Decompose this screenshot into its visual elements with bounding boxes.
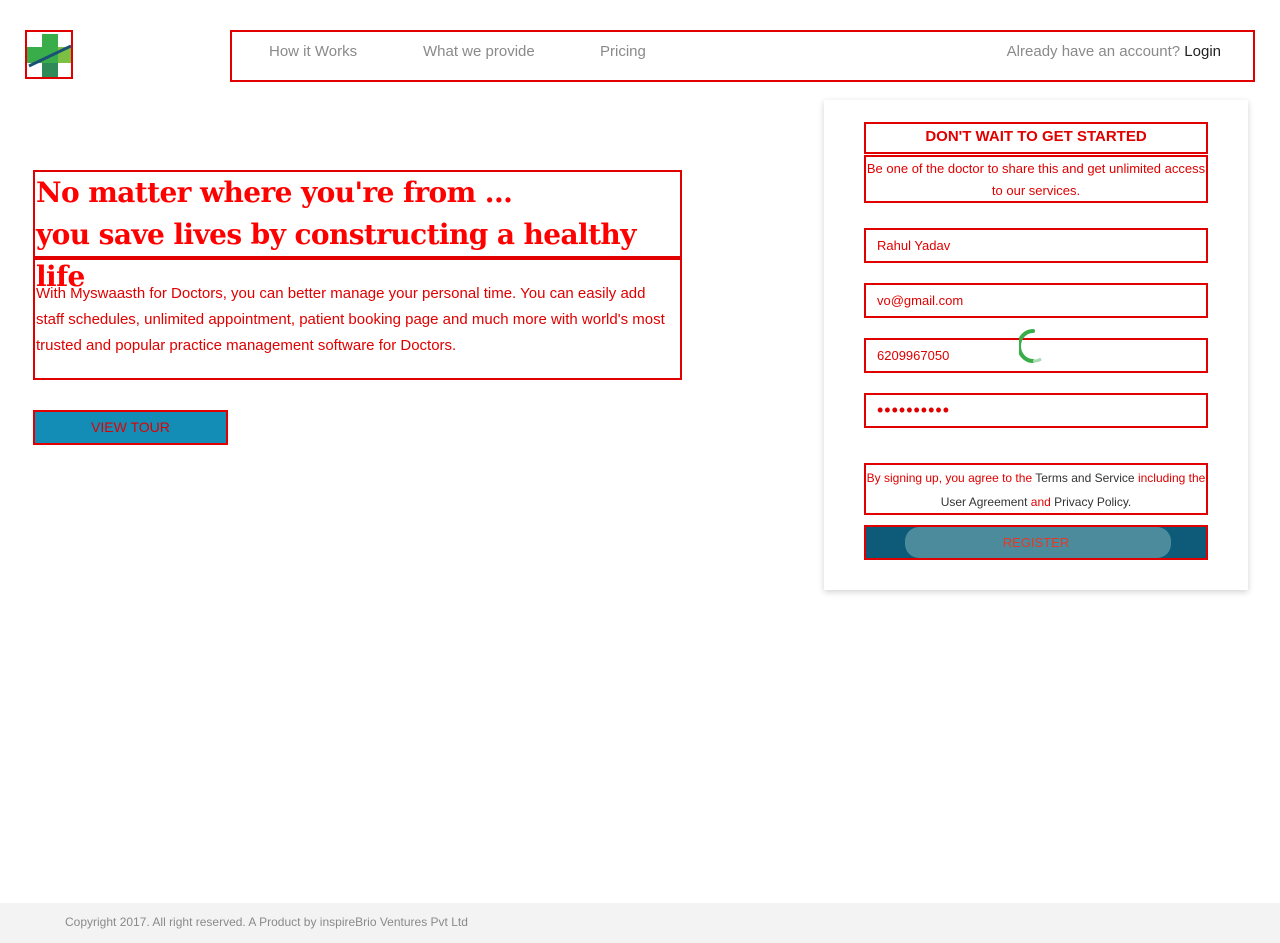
account-prompt: Already have an account? Login: [1007, 43, 1221, 60]
terms-text-1: By signing up, you agree to the: [866, 471, 1036, 485]
loading-spinner-icon: [1019, 329, 1042, 363]
medical-cross-icon: [27, 34, 71, 77]
terms-notice: By signing up, you agree to the Terms an…: [864, 463, 1208, 515]
copyright-text: Copyright 2017. All right reserved. A Pr…: [65, 915, 468, 929]
password-field[interactable]: [864, 393, 1208, 428]
hero-heading: No matter where you're from ... you save…: [33, 170, 682, 293]
logo[interactable]: [25, 30, 73, 79]
view-tour-button[interactable]: VIEW TOUR: [33, 410, 228, 445]
signup-subtitle: Be one of the doctor to share this and g…: [864, 155, 1208, 203]
login-link[interactable]: Login: [1184, 43, 1221, 60]
hero-description: With Myswaasth for Doctors, you can bett…: [33, 258, 682, 380]
top-nav: How it Works What we provide Pricing Alr…: [230, 30, 1255, 82]
name-field[interactable]: [864, 228, 1208, 263]
user-agreement-link[interactable]: User Agreement: [941, 495, 1028, 509]
register-button[interactable]: REGISTER: [864, 525, 1208, 560]
privacy-policy-link[interactable]: Privacy Policy.: [1054, 495, 1131, 509]
nav-pricing[interactable]: Pricing: [600, 43, 646, 60]
email-field[interactable]: [864, 283, 1208, 318]
terms-text-3: and: [1027, 495, 1055, 509]
terms-of-service-link[interactable]: Terms and Service: [1035, 471, 1134, 485]
account-prompt-text: Already have an account?: [1006, 43, 1181, 60]
register-label: REGISTER: [1002, 535, 1070, 550]
footer: Copyright 2017. All right reserved. A Pr…: [0, 903, 1280, 943]
signup-title: DON'T WAIT TO GET STARTED: [864, 122, 1208, 154]
terms-text-2: including the: [1134, 471, 1206, 485]
nav-how-it-works[interactable]: How it Works: [269, 43, 357, 60]
hero-heading-line1: No matter where you're from ...: [36, 176, 513, 209]
nav-what-we-provide[interactable]: What we provide: [423, 43, 535, 60]
